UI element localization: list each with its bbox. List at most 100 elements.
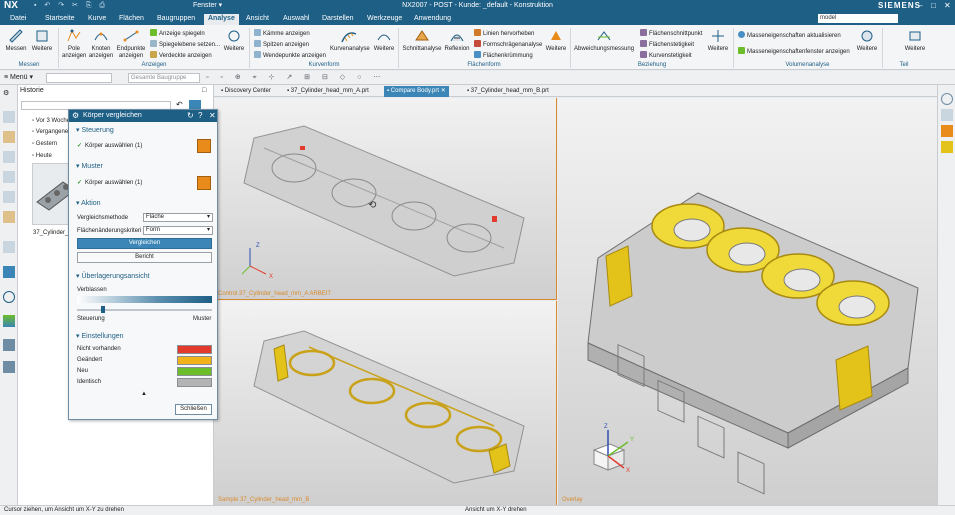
tab-flaechen[interactable]: Flächen xyxy=(119,14,144,23)
curve-analysis-button[interactable]: Kurvenanalyse xyxy=(330,28,370,53)
dialog-close-icon[interactable]: ✕ xyxy=(209,110,216,122)
measure-button[interactable]: Messen xyxy=(4,28,28,53)
dialog-settings-icon[interactable]: ⚙ xyxy=(72,110,79,122)
reuse-library-icon[interactable] xyxy=(3,171,15,183)
tab-kurve[interactable]: Kurve xyxy=(88,14,106,23)
control-body-selector[interactable]: ✓ Körper auswählen (1) xyxy=(77,142,142,150)
messen-more-button[interactable]: Weitere xyxy=(30,28,54,53)
palette-icon[interactable] xyxy=(3,315,15,327)
history-icon[interactable] xyxy=(3,291,15,303)
mass-properties-window-button[interactable]: Masseneigenschaftenfenster anzeigen xyxy=(738,47,850,56)
tab-compare-body[interactable]: ▪ Compare Body.prt ✕ xyxy=(384,86,449,97)
tab-part-a[interactable]: ▪ 37_Cylinder_head_mm_A.prt xyxy=(284,86,372,97)
show-endpoints-button[interactable]: Endpunkte anzeigen xyxy=(116,28,146,60)
command-search-input[interactable]: model xyxy=(818,14,898,23)
snap-toolbar[interactable]: ▫ ▫ ⊕ ⌖ ⊹ ↗ ⊞ ⊟ ◇ ○ ⋯ xyxy=(206,73,385,82)
compare-button[interactable]: Vergleichen xyxy=(77,238,212,249)
kurvenform-more-button[interactable]: Weitere xyxy=(372,28,396,53)
show-peaks-button[interactable]: Spitzen anzeigen xyxy=(254,40,309,49)
sample-body-selector[interactable]: ✓ Körper auswählen (1) xyxy=(77,179,142,187)
show-inflections-button[interactable]: Wendepunkte anzeigen xyxy=(254,51,326,60)
tab-baugruppen[interactable]: Baugruppen xyxy=(157,14,195,23)
anzeigen-more-button[interactable]: Weitere xyxy=(222,28,246,53)
show-hidden-button[interactable]: Verdeckte anzeigen xyxy=(150,51,212,60)
dialog-header[interactable]: ⚙ Körper vergleichen ↻ ? ✕ xyxy=(69,110,217,122)
assembly-navigator-icon[interactable] xyxy=(3,131,15,143)
tab-discovery-center[interactable]: ▪ Discovery Center xyxy=(218,86,274,97)
teil-more-button[interactable]: Weitere xyxy=(903,28,927,53)
fade-slider-track[interactable] xyxy=(77,309,212,311)
hd3d-icon[interactable] xyxy=(3,191,15,203)
minimize-button[interactable]: – xyxy=(918,0,922,12)
section-analysis-button[interactable]: Schnittanalyse xyxy=(402,28,442,53)
menu-button[interactable]: ≡ Menü ▾ xyxy=(4,73,33,81)
shaded-view-icon[interactable] xyxy=(941,125,953,137)
analysis-navigator-icon[interactable] xyxy=(3,339,15,351)
tab-datei[interactable]: Datei xyxy=(10,14,26,23)
color-new-swatch[interactable] xyxy=(177,367,212,376)
show-knots-button[interactable]: Knoten anzeigen xyxy=(88,28,114,60)
deviation-measure-button[interactable]: Abweichungsmessung xyxy=(574,28,634,53)
section-steuerung[interactable]: Steuerung xyxy=(76,126,113,134)
process-navigator-icon[interactable] xyxy=(3,361,15,373)
maximize-button[interactable]: □ xyxy=(931,0,936,12)
show-combs-button[interactable]: Kämme anzeigen xyxy=(254,29,310,38)
body-select-icon[interactable] xyxy=(197,139,211,153)
show-poles-button[interactable]: Pole anzeigen xyxy=(62,28,86,60)
update-mass-properties-button[interactable]: Masseneigenschaften aktualisieren xyxy=(738,31,841,40)
tab-auswahl[interactable]: Auswahl xyxy=(283,14,309,23)
tab-darstellen[interactable]: Darstellen xyxy=(322,14,354,23)
highlight-lines-button[interactable]: Linien hervorheben xyxy=(474,29,534,38)
constraint-navigator-icon[interactable] xyxy=(3,151,15,163)
close-button[interactable]: ✕ xyxy=(944,0,951,12)
history-group-today[interactable]: ▫ Heute xyxy=(32,152,52,160)
scope-dropdown[interactable]: Gesamte Baugruppe xyxy=(128,73,200,83)
system-materials-icon[interactable] xyxy=(3,266,15,278)
surface-continuity-button[interactable]: Flächenstetigkeit xyxy=(640,40,694,49)
flaechenform-more-button[interactable]: Weitere xyxy=(544,28,568,53)
collapse-icon[interactable]: ▲ xyxy=(141,391,147,397)
viewport-sample[interactable]: Sample 37_Cylinder_head_mm_B xyxy=(214,301,557,505)
web-browser-icon[interactable] xyxy=(3,211,15,223)
roles-icon[interactable] xyxy=(3,241,15,253)
mirror-display-button[interactable]: Anzeige spiegeln xyxy=(150,29,205,38)
compare-method-select[interactable]: Fläche xyxy=(143,213,213,222)
volumenanalyse-more-button[interactable]: Weitere xyxy=(855,28,879,53)
type-filter-dropdown[interactable] xyxy=(46,73,112,83)
reset-icon[interactable]: ↻ xyxy=(187,110,194,122)
tab-analyse[interactable]: Analyse xyxy=(204,14,239,25)
section-muster[interactable]: Muster xyxy=(76,162,102,170)
close-dialog-button[interactable]: Schließen xyxy=(175,404,212,415)
view-orientation-icon[interactable] xyxy=(941,93,953,105)
draft-analysis-button[interactable]: Formschrägenanalyse xyxy=(474,40,542,49)
tab-werkzeuge[interactable]: Werkzeuge xyxy=(367,14,402,23)
panel-maximize-icon[interactable]: □ xyxy=(202,87,206,94)
color-identical-swatch[interactable] xyxy=(177,378,212,387)
beziehung-more-button[interactable]: Weitere xyxy=(706,28,730,53)
color-missing-swatch[interactable] xyxy=(177,345,212,354)
section-overlay[interactable]: Überlagerungsansicht xyxy=(76,272,149,280)
tab-startseite[interactable]: Startseite xyxy=(45,14,75,23)
fade-slider-handle[interactable] xyxy=(100,306,105,313)
color-changed-swatch[interactable] xyxy=(177,356,212,365)
tab-part-b[interactable]: ▪ 37_Cylinder_head_mm_B.prt xyxy=(464,86,552,97)
body-select-icon[interactable] xyxy=(197,176,211,190)
part-navigator-icon[interactable] xyxy=(3,111,15,123)
reflection-button[interactable]: Reflexion xyxy=(444,28,470,53)
wireframe-view-icon[interactable] xyxy=(941,141,953,153)
criteria-select[interactable]: Form xyxy=(143,226,213,235)
settings-icon[interactable]: ⚙ xyxy=(3,89,15,101)
surface-intersection-button[interactable]: Flächenschnittpunkt xyxy=(640,29,702,38)
mirror-plane-button[interactable]: Spiegelebene setzen... xyxy=(150,40,220,49)
surface-curvature-button[interactable]: Flächenkrümmung xyxy=(474,51,533,60)
report-button[interactable]: Bericht xyxy=(77,252,212,263)
help-icon[interactable]: ? xyxy=(198,110,202,122)
history-group-yesterday[interactable]: ▫ Gestern xyxy=(32,140,57,148)
viewport-control[interactable]: Z X ⟲ Control 37_Cylinder_head_mm_A ARBE… xyxy=(214,98,557,300)
viewport-overlay[interactable]: Z Y X Overlay xyxy=(558,98,937,505)
tab-anwendung[interactable]: Anwendung xyxy=(414,14,451,23)
back-icon[interactable]: ↶ xyxy=(176,100,183,109)
curve-continuity-button[interactable]: Kurvenstetigkeit xyxy=(640,51,692,60)
section-settings[interactable]: Einstellungen xyxy=(76,332,123,340)
tab-ansicht[interactable]: Ansicht xyxy=(246,14,269,23)
